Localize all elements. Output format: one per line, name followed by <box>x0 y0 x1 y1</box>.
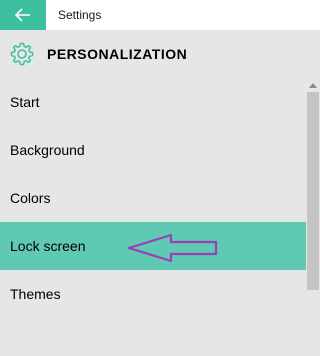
menu-item-label: Colors <box>10 190 51 206</box>
back-button[interactable] <box>0 0 46 30</box>
caret-up-icon <box>309 83 317 88</box>
gear-icon <box>10 42 34 66</box>
menu-item-label: Themes <box>10 286 61 302</box>
menu-item-background[interactable]: Background <box>0 126 306 174</box>
scrollbar[interactable] <box>306 78 320 356</box>
menu-item-start[interactable]: Start <box>0 78 306 126</box>
scroll-thumb[interactable] <box>307 92 319 290</box>
section-header: PERSONALIZATION <box>0 30 320 78</box>
arrow-left-icon <box>15 8 30 22</box>
menu-item-themes[interactable]: Themes <box>0 270 306 318</box>
title-bar: Settings <box>0 0 320 30</box>
app-title: Settings <box>58 8 102 22</box>
scroll-up-button[interactable] <box>306 78 320 92</box>
page-title: PERSONALIZATION <box>47 46 188 62</box>
menu-item-label: Start <box>10 94 40 110</box>
menu-item-label: Background <box>10 142 85 158</box>
menu-item-lock-screen[interactable]: Lock screen <box>0 222 306 270</box>
menu-item-label: Lock screen <box>10 238 86 254</box>
settings-menu: Start Background Colors Lock screen Them… <box>0 78 306 356</box>
menu-item-colors[interactable]: Colors <box>0 174 306 222</box>
